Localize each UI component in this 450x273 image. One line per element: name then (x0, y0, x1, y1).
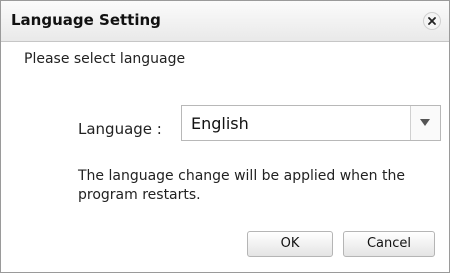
language-select-arrow[interactable] (410, 106, 440, 140)
title-bar: Language Setting (1, 1, 449, 42)
language-setting-dialog: Language Setting Please select language … (0, 0, 450, 273)
dialog-title: Language Setting (11, 11, 161, 29)
close-button[interactable] (423, 12, 441, 30)
language-select-value: English (191, 114, 249, 133)
triangle-down-icon (420, 119, 430, 126)
select-language-prompt: Please select language (24, 51, 186, 67)
language-label: Language : (78, 120, 162, 138)
ok-button[interactable]: OK (247, 231, 333, 257)
language-select[interactable]: English (181, 105, 441, 141)
restart-notice: The language change will be applied when… (78, 168, 405, 203)
close-icon (428, 17, 436, 25)
cancel-button[interactable]: Cancel (343, 231, 435, 257)
